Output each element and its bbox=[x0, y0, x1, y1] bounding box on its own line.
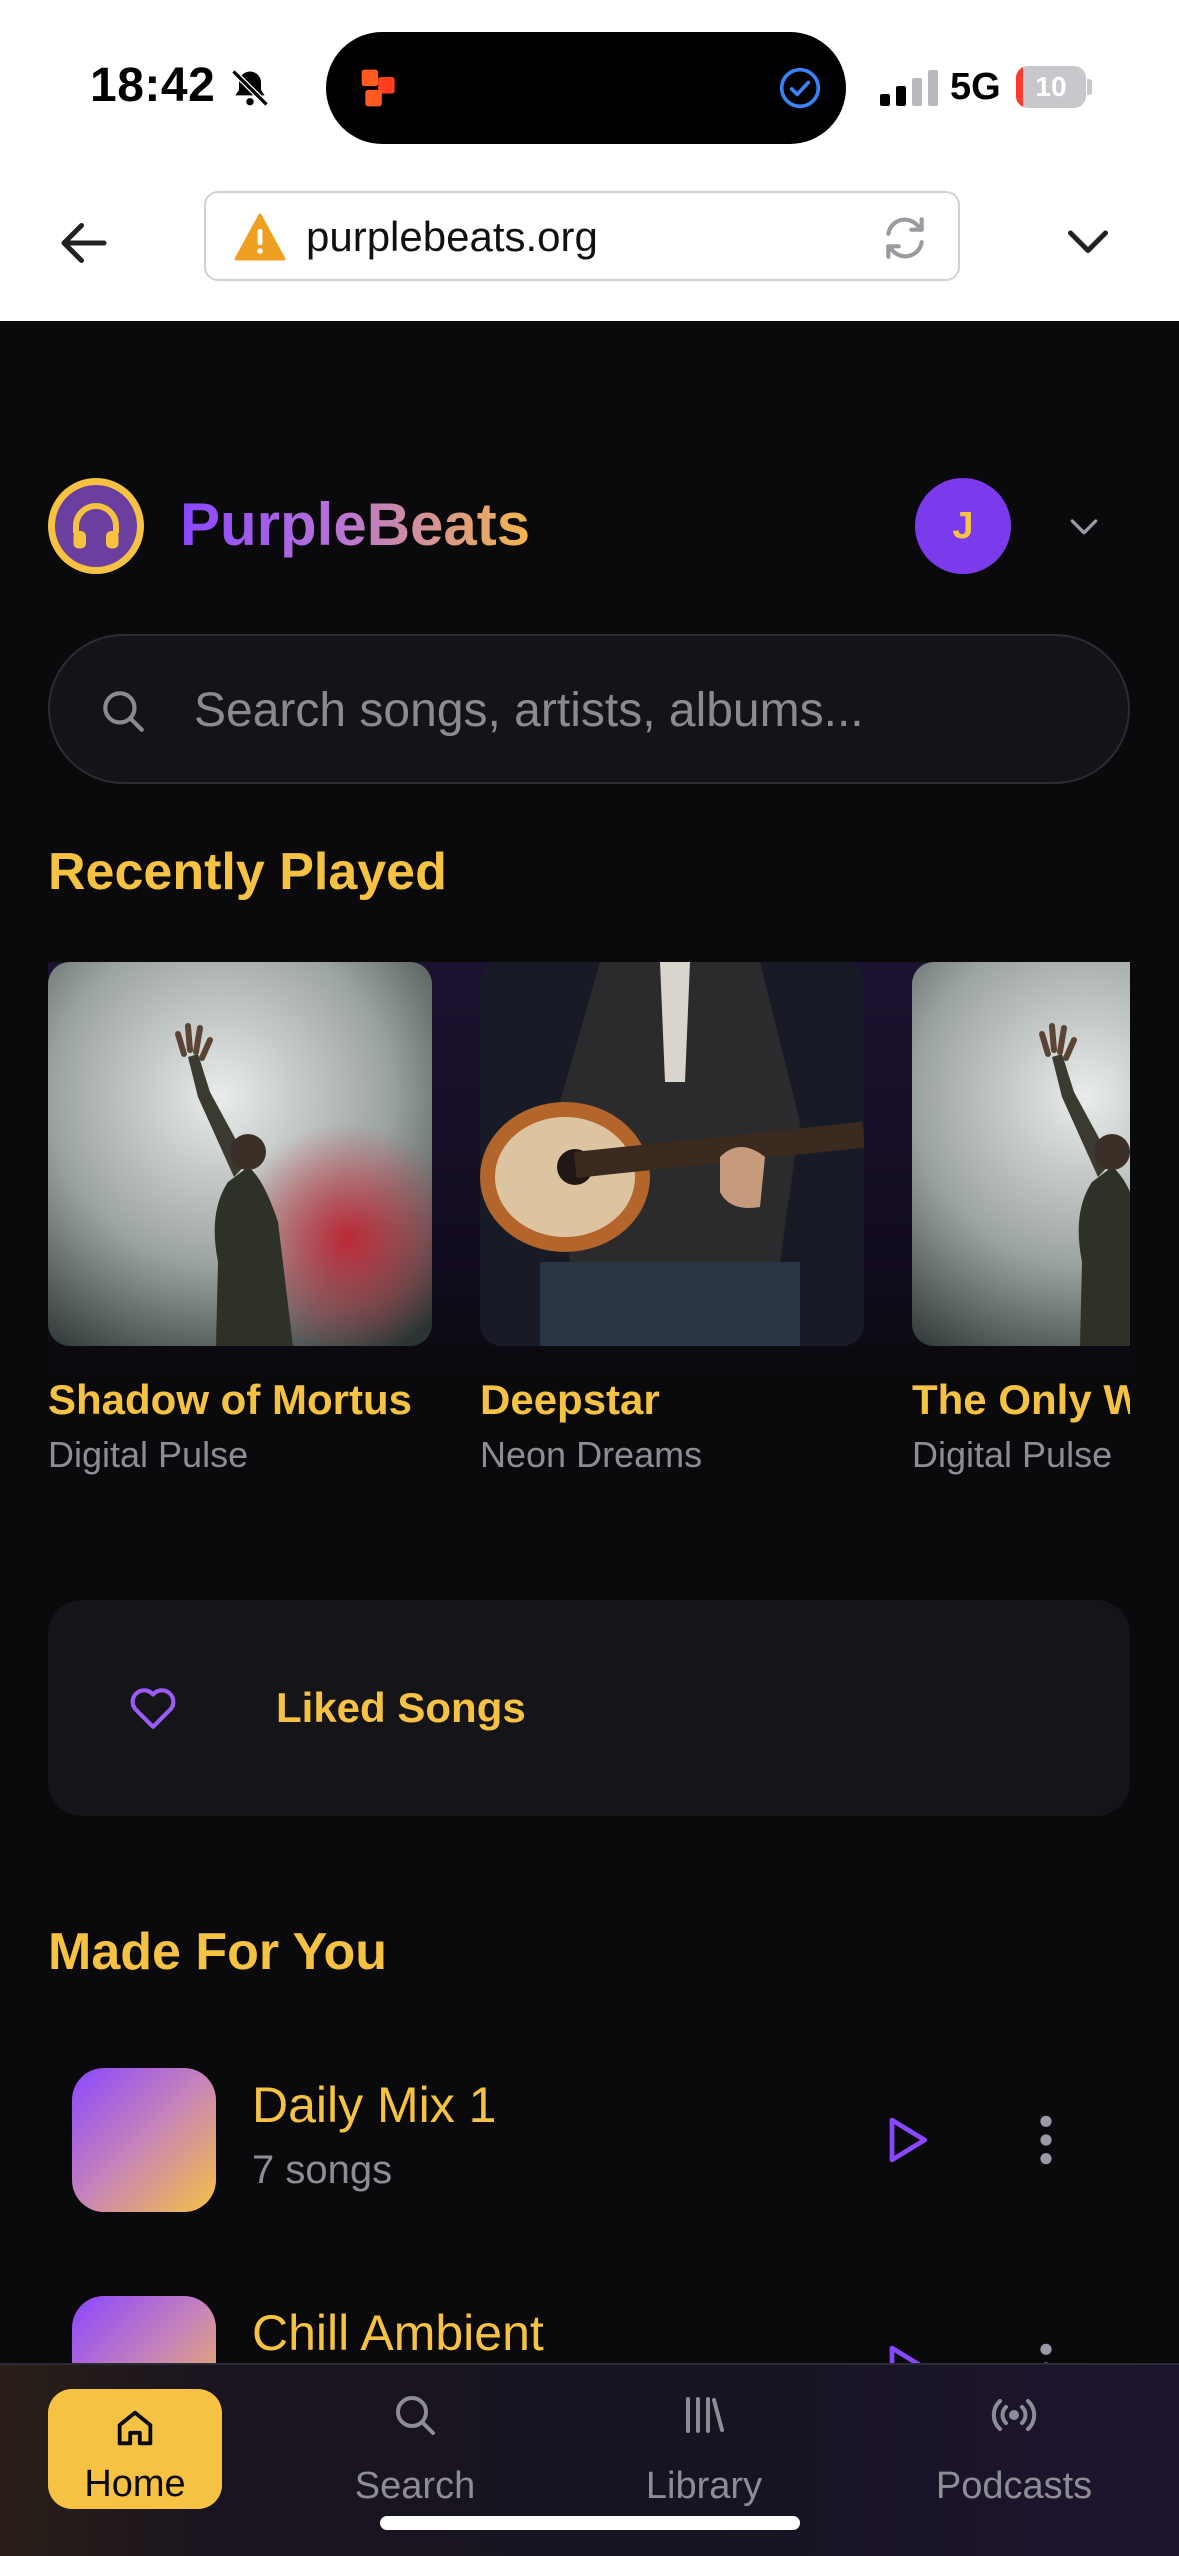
home-icon bbox=[117, 2410, 153, 2446]
heart-icon bbox=[130, 1688, 176, 1729]
nav-podcasts-label: Podcasts bbox=[935, 2465, 1093, 2507]
home-indicator bbox=[380, 2516, 800, 2530]
nav-library-label: Library bbox=[645, 2465, 763, 2507]
nav-home[interactable]: Home bbox=[48, 2389, 222, 2509]
browser-toolbar: purplebeats.org bbox=[0, 175, 1179, 321]
reload-icon[interactable] bbox=[880, 213, 930, 263]
app-name: PurpleBeats bbox=[180, 491, 531, 558]
app-activity-icon bbox=[361, 69, 395, 107]
warning-icon[interactable] bbox=[234, 213, 286, 261]
nav-podcasts[interactable]: Podcasts bbox=[924, 2391, 1104, 2511]
track-title: Shadow of Mortus bbox=[48, 1376, 412, 1423]
search-icon bbox=[103, 691, 144, 732]
nav-library[interactable]: Library bbox=[614, 2391, 794, 2511]
search-bar[interactable] bbox=[48, 634, 1130, 784]
playlist-row[interactable]: Daily Mix 1 7 songs bbox=[72, 2068, 1112, 2212]
nav-search-label: Search bbox=[354, 2465, 476, 2507]
dynamic-island bbox=[326, 32, 846, 144]
user-avatar[interactable]: J bbox=[915, 478, 1011, 574]
nav-search[interactable]: Search bbox=[325, 2391, 505, 2511]
account-chevron-down-icon[interactable] bbox=[1064, 506, 1104, 546]
status-time: 18:42 bbox=[90, 59, 216, 112]
recent-card[interactable]: Deepstar Neon Dreams bbox=[480, 962, 864, 1476]
more-options-icon[interactable] bbox=[1036, 2112, 1056, 2168]
url-text: purplebeats.org bbox=[306, 213, 598, 260]
back-arrow-icon[interactable] bbox=[54, 213, 114, 273]
library-icon bbox=[686, 2397, 724, 2433]
recently-played-carousel[interactable]: Shadow of Mortus Digital Pulse Deepstar … bbox=[48, 962, 1130, 1482]
battery-icon: 10 bbox=[1016, 66, 1092, 108]
play-icon[interactable] bbox=[878, 2112, 934, 2168]
playlist-subtitle: 7 songs bbox=[252, 2148, 393, 2192]
bell-off-icon bbox=[231, 69, 269, 107]
address-bar[interactable]: purplebeats.org bbox=[204, 191, 960, 281]
playlist-title: Chill Ambient bbox=[252, 2305, 544, 2361]
liked-songs-label: Liked Songs bbox=[276, 1684, 526, 1731]
nav-home-label: Home bbox=[84, 2463, 186, 2505]
album-art-concert[interactable] bbox=[48, 962, 432, 1346]
cellular-signal-icon bbox=[880, 70, 938, 106]
recently-played-heading: Recently Played bbox=[48, 843, 447, 901]
search-input[interactable] bbox=[194, 678, 1074, 742]
liked-songs-card[interactable]: Liked Songs bbox=[48, 1600, 1130, 1816]
playlist-title: Daily Mix 1 bbox=[252, 2077, 497, 2133]
network-type: 5G bbox=[950, 66, 1001, 108]
track-artist: Digital Pulse bbox=[48, 1434, 249, 1475]
album-art-concert[interactable] bbox=[912, 962, 1130, 1346]
check-circle-icon bbox=[779, 67, 821, 109]
made-for-you-heading: Made For You bbox=[48, 1923, 387, 1981]
app-logo[interactable] bbox=[48, 478, 144, 574]
battery-percent: 10 bbox=[1035, 71, 1067, 102]
recent-card[interactable]: The Only W Digital Pulse bbox=[912, 962, 1130, 1476]
search-icon bbox=[396, 2396, 435, 2435]
album-art-guitar[interactable] bbox=[480, 962, 864, 1346]
track-title: Deepstar bbox=[480, 1376, 660, 1423]
playlist-cover bbox=[72, 2068, 216, 2212]
status-bar: 18:42 5G 10 bbox=[0, 0, 1179, 175]
headphones-icon bbox=[73, 503, 119, 549]
podcast-icon bbox=[991, 2399, 1037, 2431]
track-title: The Only W bbox=[912, 1376, 1130, 1423]
track-artist: Neon Dreams bbox=[480, 1434, 703, 1475]
track-artist: Digital Pulse bbox=[912, 1434, 1113, 1475]
chevron-down-icon[interactable] bbox=[1058, 213, 1118, 273]
recent-card[interactable]: Shadow of Mortus Digital Pulse bbox=[48, 962, 432, 1476]
